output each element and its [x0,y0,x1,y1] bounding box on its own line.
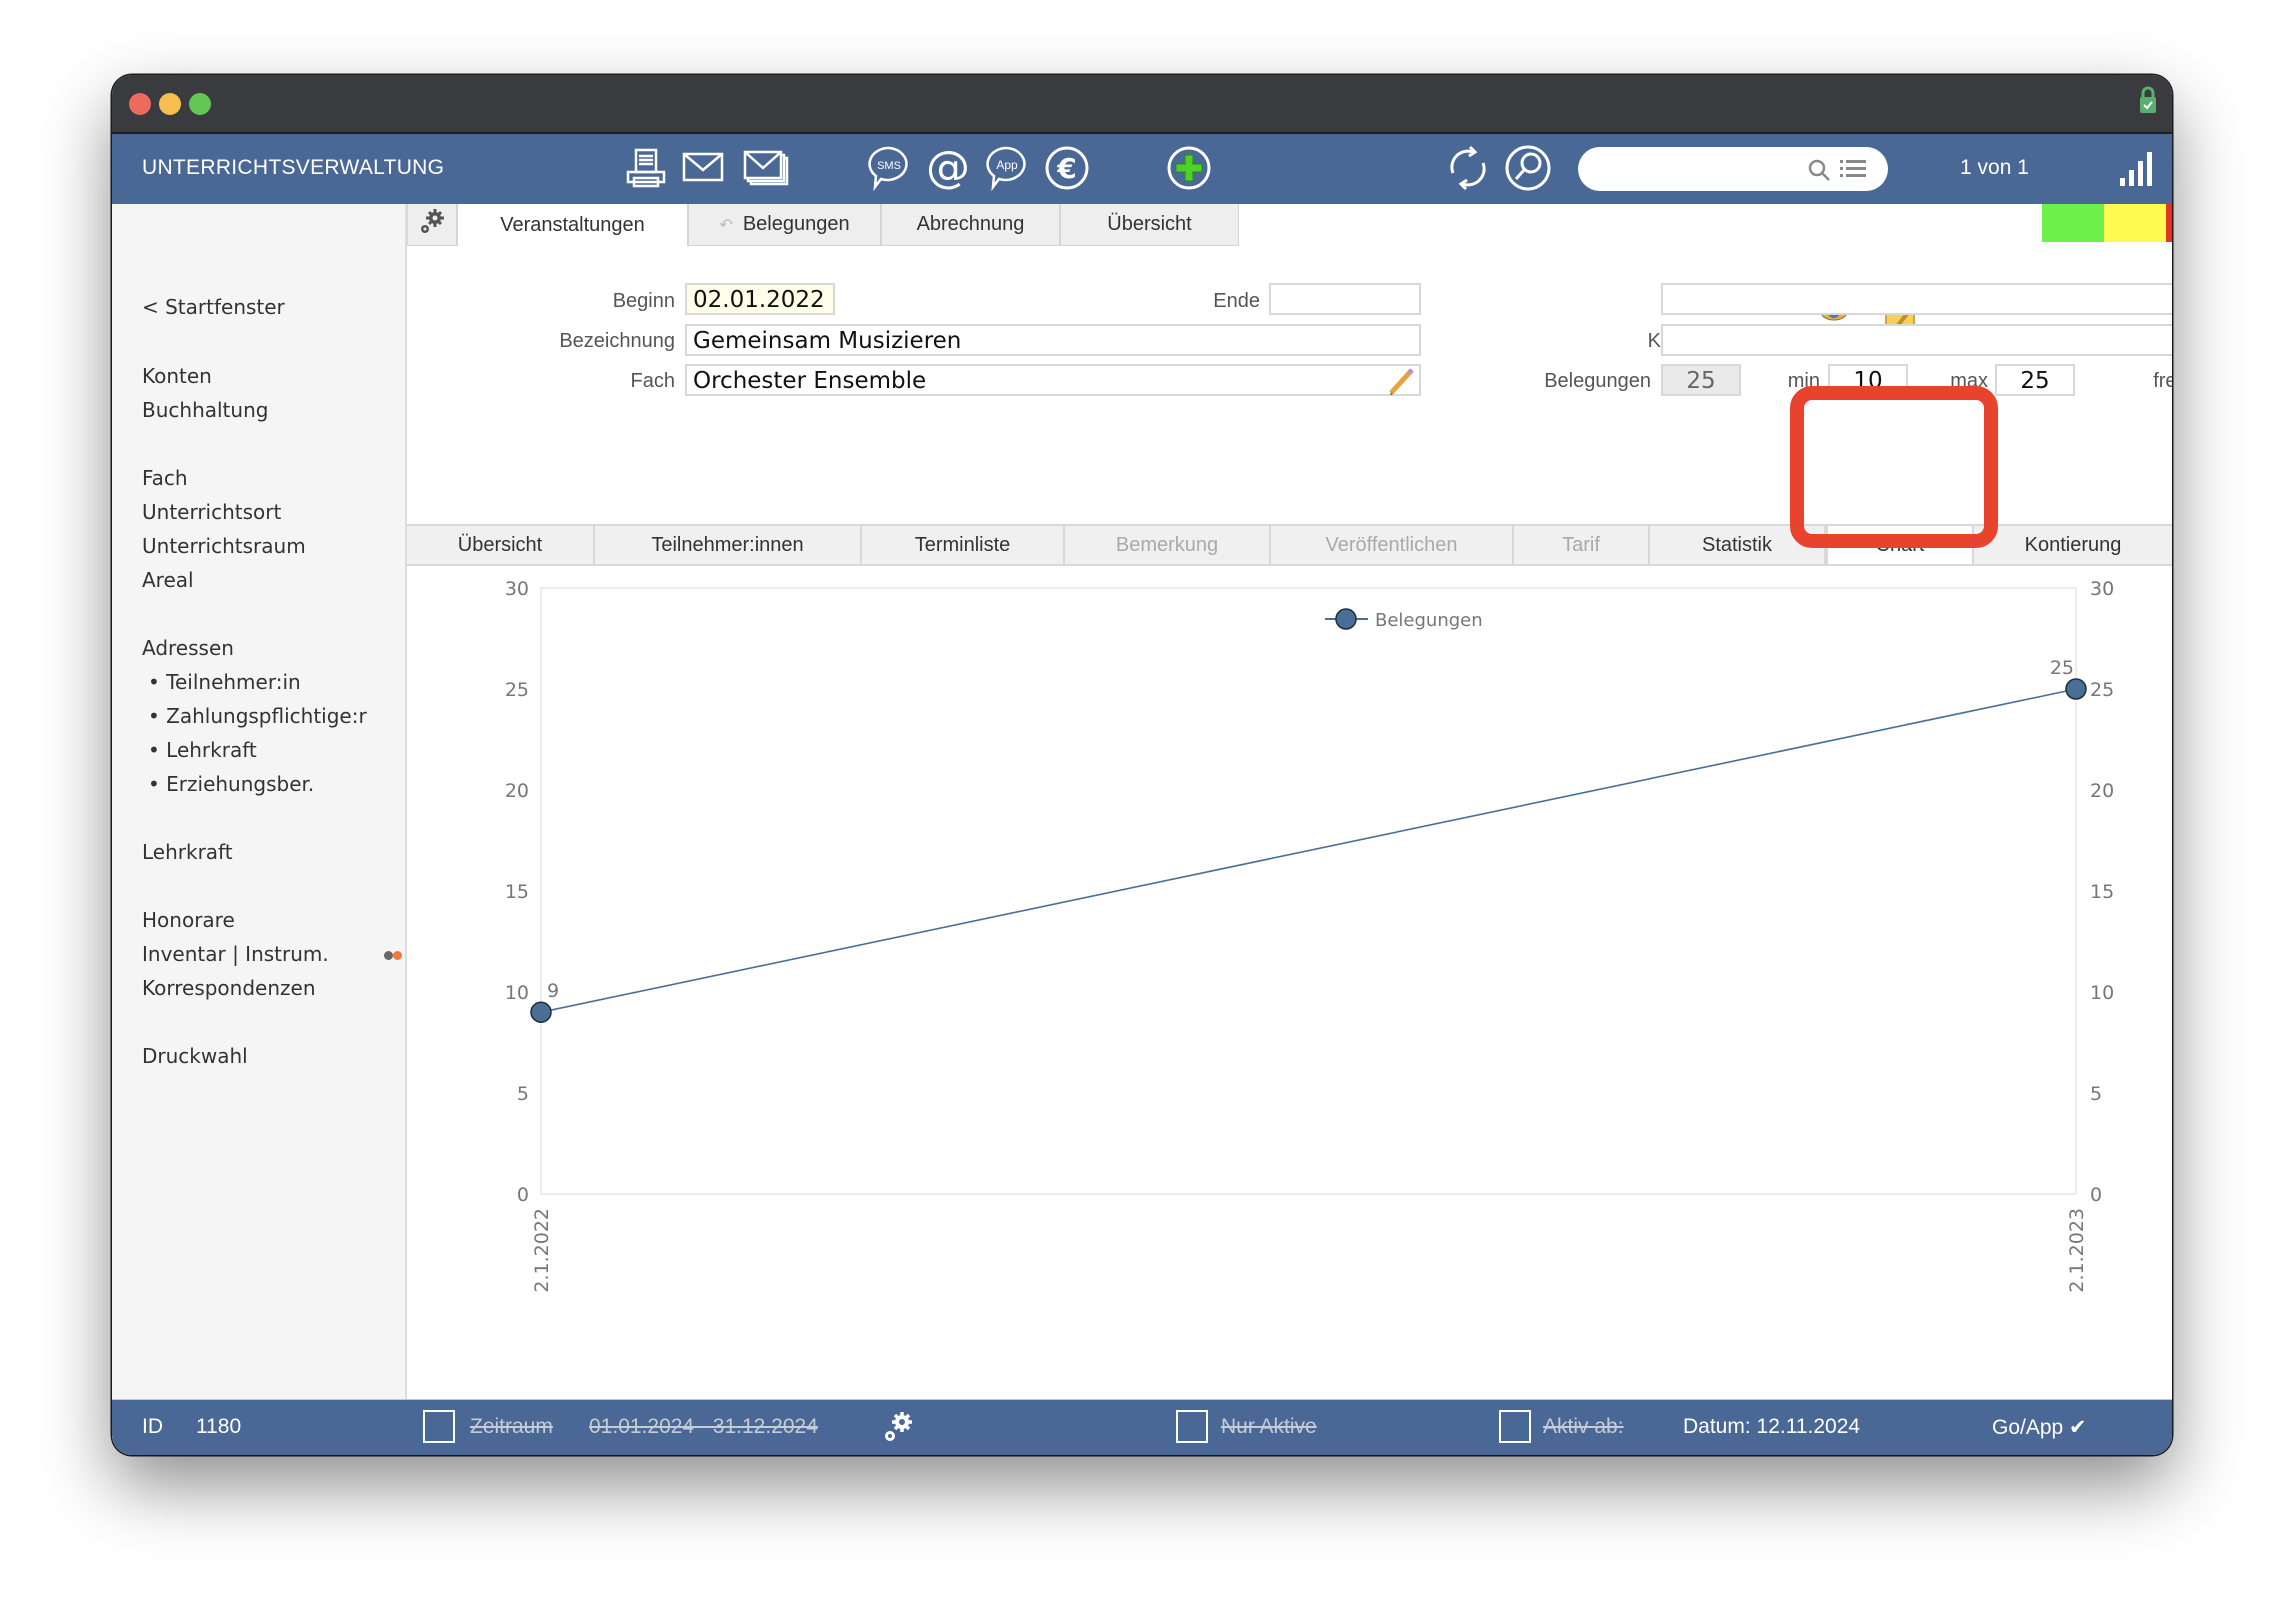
title-bar [112,75,2172,134]
aktiv-ab-label: Aktiv ab: [1543,1415,1624,1438]
zeitraum-range[interactable]: 01.01.2024 - 31.12.2024 [589,1415,818,1439]
nur-aktive-label: Nur Aktive [1221,1415,1317,1438]
sidebar-item-lehrkraft-adresse[interactable]: • Lehrkraft [148,738,257,762]
svg-text:SMS: SMS [877,160,901,172]
x-tick-label: 2.1.2023 [2066,1208,2088,1293]
chart-legend: Belegungen [1325,608,1483,631]
data-label: 25 [2050,657,2074,679]
status-dot-orange-icon [393,951,402,960]
y-axis-left: 0 5 10 15 20 25 30 [505,578,529,1206]
y-tick-label-right: 5 [2090,1083,2102,1105]
y-tick-label-right: 30 [2090,578,2114,600]
line-chart: Belegungen 0 5 10 15 20 25 30 0 5 10 15 20 25 30 2.1… [505,578,2114,1293]
sidebar-item-unterrichtsort[interactable]: Unterrichtsort [142,500,281,524]
plot-area [540,587,2077,1195]
sidebar-item-buchhaltung[interactable]: Buchhaltung [142,398,268,422]
gears-icon[interactable] [882,1410,914,1450]
y-tick-label-left: 10 [505,982,529,1004]
printer-icon[interactable] [620,142,672,194]
add-record-icon[interactable] [1163,142,1215,194]
series-line [540,688,2077,1013]
series-belegungen: 9 25 [530,657,2087,1023]
y-tick-label-left: 0 [517,1184,529,1206]
x-axis: 2.1.2022 2.1.2023 [531,1208,2088,1293]
app-header: UNTERRICHTSVERWALTUNG SMS @ App € 1 von … [112,134,2172,204]
sidebar-item-areal[interactable]: Areal [142,568,194,592]
app-window: UNTERRICHTSVERWALTUNG SMS @ App € 1 von … [112,75,2172,1455]
sidebar-item-inventar[interactable]: Inventar | Instrum. [142,942,329,966]
svg-text:App: App [996,158,1018,172]
go-app-button[interactable]: Go/App ✔ [1992,1415,2087,1440]
y-tick-label-right: 15 [2090,881,2114,903]
sms-icon[interactable]: SMS [863,142,915,194]
sidebar-item-teilnehmer[interactable]: • Teilnehmer:in [148,670,301,694]
legend-label[interactable]: Belegungen [1375,610,1483,631]
sidebar-item-unterrichtsraum[interactable]: Unterrichtsraum [142,534,306,558]
datum-text: Datum: 12.11.2024 [1683,1415,1861,1438]
sidebar-item-adressen[interactable]: Adressen [142,636,234,660]
euro-icon[interactable]: € [1041,142,1093,194]
y-tick-label-right: 0 [2090,1184,2102,1206]
mail-stack-icon[interactable] [740,142,792,194]
sidebar-item-honorare[interactable]: Honorare [142,908,235,932]
y-tick-label-right: 10 [2090,982,2114,1004]
sidebar-item-druckwahl[interactable]: Druckwahl [142,1044,248,1068]
refresh-icon[interactable] [1442,142,1494,194]
sidebar: < Startfenster Konten Buchhaltung Fach U… [112,204,407,1455]
data-point[interactable] [530,1001,552,1023]
y-tick-label-left: 15 [505,881,529,903]
minimize-window-button[interactable] [159,93,181,115]
sidebar-item-erziehungsber[interactable]: • Erziehungsber. [148,772,314,796]
status-bar: ID 1180 Zeitraum 01.01.2024 - 31.12.2024… [112,1399,2172,1455]
search-input[interactable] [1578,147,1888,191]
x-tick-label: 2.1.2022 [531,1208,553,1293]
search-zoom-icon[interactable] [1502,142,1554,194]
app-title: UNTERRICHTSVERWALTUNG [142,156,445,179]
sidebar-item-lehrkraft[interactable]: Lehrkraft [142,840,233,864]
data-point[interactable] [2065,678,2087,700]
record-count: 1 von 1 [1960,156,2029,179]
data-label: 9 [547,980,559,1002]
y-tick-label-left: 30 [505,578,529,600]
id-label: ID [142,1415,163,1438]
y-tick-label-right: 25 [2090,679,2114,701]
search-icon[interactable] [1806,157,1832,187]
y-tick-label-left: 25 [505,679,529,701]
id-value: 1180 [196,1415,242,1438]
svg-text:€: € [1056,152,1076,185]
aktiv-ab-checkbox[interactable] [1499,1410,1531,1443]
sidebar-item-fach[interactable]: Fach [142,466,188,490]
lock-check-icon [2138,85,2158,119]
app-message-icon[interactable]: App [981,142,1033,194]
list-icon[interactable] [1840,158,1866,184]
sidebar-item-startfenster[interactable]: < Startfenster [142,295,285,319]
main-panel: Veranstaltungen ↶ Belegungen Abrechnung … [407,204,2172,1455]
signal-bars-icon[interactable] [2116,148,2156,192]
sidebar-item-konten[interactable]: Konten [142,364,212,388]
zeitraum-label: Zeitraum [470,1415,553,1438]
y-axis-right: 0 5 10 15 20 25 30 [2090,578,2114,1206]
at-icon[interactable]: @ [922,142,974,194]
y-tick-label-left: 5 [517,1083,529,1105]
zeitraum-checkbox[interactable] [423,1410,455,1443]
y-tick-label-right: 20 [2090,780,2114,802]
sidebar-item-korrespondenzen[interactable]: Korrespondenzen [142,976,316,1000]
zoom-window-button[interactable] [189,93,211,115]
legend-marker [1335,608,1357,630]
svg-text:@: @ [926,144,970,192]
mail-icon[interactable] [677,142,729,194]
nur-aktive-checkbox[interactable] [1176,1410,1208,1443]
status-dot-gray-icon [384,951,393,960]
close-window-button[interactable] [129,93,151,115]
sidebar-item-zahlungspflichtige[interactable]: • Zahlungspflichtige:r [148,704,367,728]
y-tick-label-left: 20 [505,780,529,802]
